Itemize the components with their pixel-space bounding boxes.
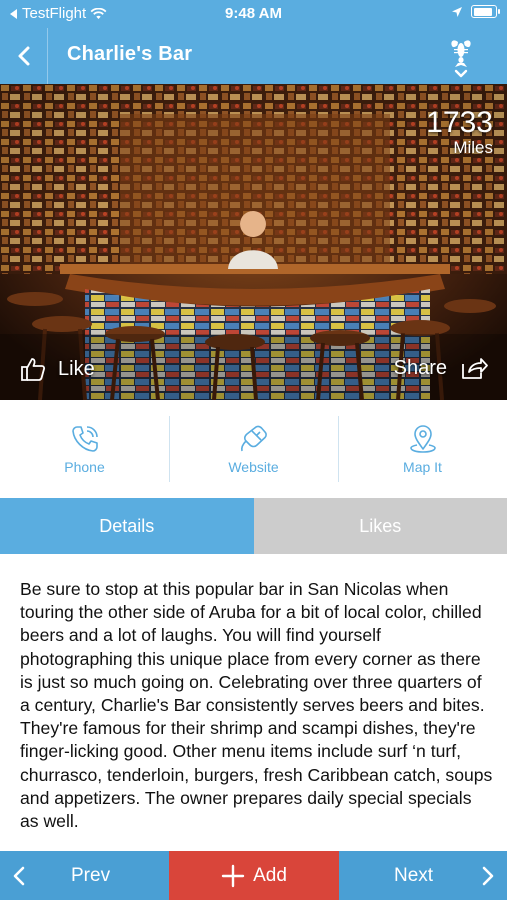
distance-value: 1733 bbox=[426, 106, 493, 139]
hero-photo: 1733 Miles Like Share bbox=[0, 84, 507, 400]
prev-button[interactable]: Prev bbox=[0, 851, 169, 900]
next-label: Next bbox=[394, 865, 434, 886]
like-label: Like bbox=[58, 357, 95, 380]
phone-icon bbox=[71, 426, 98, 452]
map-button[interactable]: Map It bbox=[338, 400, 507, 498]
share-button[interactable]: Share bbox=[394, 356, 489, 380]
add-button[interactable]: Add bbox=[169, 851, 339, 900]
page-title: Charlie's Bar bbox=[67, 43, 193, 65]
map-label: Map It bbox=[403, 459, 442, 475]
like-button[interactable]: Like bbox=[20, 356, 95, 382]
lobster-icon[interactable] bbox=[445, 36, 477, 78]
nav-bar: Charlie's Bar bbox=[0, 28, 507, 84]
contact-actions: Phone Website Map It bbox=[0, 400, 507, 498]
distance-badge: 1733 Miles bbox=[426, 108, 493, 158]
detail-tabs: Details Likes bbox=[0, 498, 507, 554]
back-button[interactable] bbox=[0, 28, 48, 84]
phone-button[interactable]: Phone bbox=[0, 400, 169, 498]
plus-icon bbox=[221, 864, 245, 887]
share-icon bbox=[462, 358, 488, 379]
website-label: Website bbox=[228, 459, 279, 475]
prev-label: Prev bbox=[71, 865, 111, 886]
chevron-right-icon bbox=[482, 866, 494, 886]
description-text: Be sure to stop at this popular bar in S… bbox=[20, 579, 493, 832]
mouse-icon bbox=[240, 425, 267, 452]
tab-details[interactable]: Details bbox=[0, 498, 254, 554]
chevron-down-icon bbox=[454, 69, 468, 78]
next-button[interactable]: Next bbox=[339, 851, 507, 900]
clock: 9:48 AM bbox=[225, 5, 282, 22]
location-arrow-icon bbox=[452, 6, 462, 17]
thumbs-up-icon bbox=[21, 358, 46, 381]
status-bar: TestFlight 9:48 AM bbox=[0, 0, 507, 28]
share-label: Share bbox=[393, 356, 447, 379]
add-label: Add bbox=[253, 864, 287, 886]
phone-label: Phone bbox=[64, 459, 105, 475]
bottom-nav-bar: Prev Add Next bbox=[0, 851, 507, 900]
battery-icon bbox=[471, 5, 500, 18]
website-button[interactable]: Website bbox=[169, 400, 338, 498]
distance-unit: Miles bbox=[453, 138, 493, 157]
chevron-left-icon bbox=[13, 866, 25, 886]
map-pin-icon bbox=[409, 425, 436, 453]
chevron-left-icon bbox=[18, 46, 29, 66]
tab-likes[interactable]: Likes bbox=[253, 498, 507, 554]
